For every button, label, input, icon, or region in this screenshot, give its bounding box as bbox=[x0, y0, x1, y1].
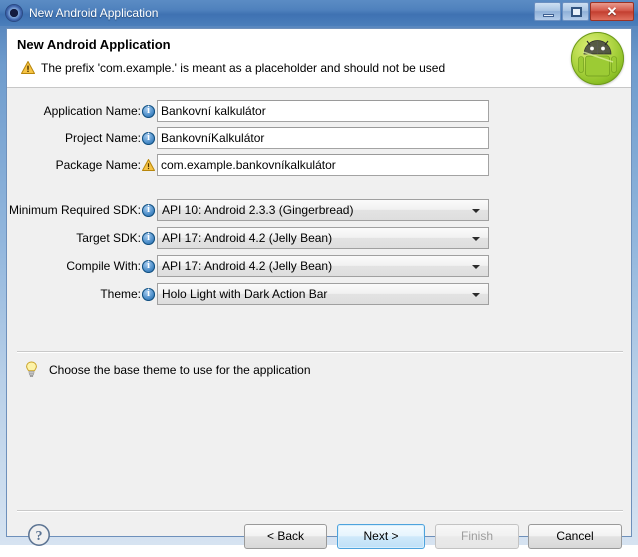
theme-selected-value: Holo Light with Dark Action Bar bbox=[162, 287, 328, 301]
help-button[interactable]: ? bbox=[27, 523, 51, 547]
package-name-input[interactable] bbox=[157, 154, 489, 176]
package-name-label: Package Name: bbox=[55, 158, 141, 172]
cancel-button[interactable]: Cancel bbox=[528, 524, 622, 549]
chevron-down-icon bbox=[472, 293, 480, 297]
form-row-package-name: Package Name: bbox=[7, 154, 631, 176]
dialog-button-bar: ? < Back Next > Finish Cancel bbox=[7, 512, 631, 557]
next-button[interactable]: Next > bbox=[337, 524, 425, 549]
target-sdk-combobox[interactable]: API 17: Android 4.2 (Jelly Bean) bbox=[157, 227, 489, 249]
info-icon bbox=[142, 131, 155, 145]
back-button[interactable]: < Back bbox=[244, 524, 327, 549]
minimize-icon bbox=[543, 14, 554, 17]
maximize-button[interactable] bbox=[562, 2, 589, 21]
android-sdk-gear-icon bbox=[5, 4, 23, 22]
warning-icon bbox=[21, 61, 35, 74]
compile-with-selected-value: API 17: Android 4.2 (Jelly Bean) bbox=[162, 259, 333, 273]
chevron-down-icon bbox=[472, 209, 480, 213]
application-name-input[interactable] bbox=[157, 100, 489, 122]
project-name-label: Project Name: bbox=[64, 131, 141, 145]
info-icon bbox=[142, 287, 155, 301]
form-area: Application Name: Project Name: Package Na… bbox=[7, 88, 631, 338]
form-row-project-name: Project Name: bbox=[7, 127, 631, 149]
close-icon: ✕ bbox=[606, 4, 618, 19]
info-icon bbox=[142, 231, 155, 245]
svg-text:?: ? bbox=[36, 529, 43, 544]
info-icon bbox=[142, 259, 155, 273]
lightbulb-icon bbox=[25, 361, 38, 378]
minimum-required-sdk-combobox[interactable]: API 10: Android 2.3.3 (Gingerbread) bbox=[157, 199, 489, 221]
form-row-target-sdk: Target SDK: API 17: Android 4.2 (Jelly Be… bbox=[7, 227, 631, 249]
hint-separator bbox=[17, 351, 623, 353]
info-icon bbox=[142, 104, 155, 118]
target-sdk-label: Target SDK: bbox=[76, 231, 141, 245]
maximize-icon bbox=[571, 7, 582, 17]
dialog-window: New Android Application ✕ New Android Ap… bbox=[0, 0, 638, 549]
compile-with-label: Compile With: bbox=[66, 259, 141, 273]
compile-with-combobox[interactable]: API 17: Android 4.2 (Jelly Bean) bbox=[157, 255, 489, 277]
window-title: New Android Application bbox=[29, 6, 159, 20]
page-title: New Android Application bbox=[17, 37, 171, 52]
theme-label: Theme: bbox=[100, 287, 141, 301]
form-row-theme: Theme: Holo Light with Dark Action Bar bbox=[7, 283, 631, 305]
theme-combobox[interactable]: Holo Light with Dark Action Bar bbox=[157, 283, 489, 305]
form-row-application-name: Application Name: bbox=[7, 100, 631, 122]
minimize-button[interactable] bbox=[534, 2, 561, 21]
hint-text: Choose the base theme to use for the app… bbox=[49, 363, 311, 377]
hint-bar: Choose the base theme to use for the app… bbox=[7, 351, 631, 391]
minimum-required-sdk-selected-value: API 10: Android 2.3.3 (Gingerbread) bbox=[162, 203, 354, 217]
dialog-client-area: New Android Application The prefix 'com.… bbox=[6, 28, 632, 549]
info-icon bbox=[142, 203, 155, 217]
form-row-compile-with: Compile With: API 17: Android 4.2 (Jelly … bbox=[7, 255, 631, 277]
chevron-down-icon bbox=[472, 237, 480, 241]
chevron-down-icon bbox=[472, 265, 480, 269]
header-warning-message: The prefix 'com.example.' is meant as a … bbox=[41, 61, 446, 75]
dialog-header: New Android Application The prefix 'com.… bbox=[7, 29, 631, 88]
application-name-label: Application Name: bbox=[43, 104, 141, 118]
finish-button: Finish bbox=[435, 524, 519, 549]
android-robot-logo bbox=[571, 32, 624, 85]
minimum-required-sdk-label: Minimum Required SDK: bbox=[8, 203, 141, 217]
project-name-input[interactable] bbox=[157, 127, 489, 149]
warning-icon bbox=[142, 158, 155, 172]
form-row-minimum-required-sdk: Minimum Required SDK: API 10: Android 2.3… bbox=[7, 199, 631, 221]
target-sdk-selected-value: API 17: Android 4.2 (Jelly Bean) bbox=[162, 231, 333, 245]
window-controls: ✕ bbox=[533, 2, 634, 21]
window-titlebar[interactable]: New Android Application ✕ bbox=[0, 0, 638, 26]
close-button[interactable]: ✕ bbox=[590, 2, 634, 21]
